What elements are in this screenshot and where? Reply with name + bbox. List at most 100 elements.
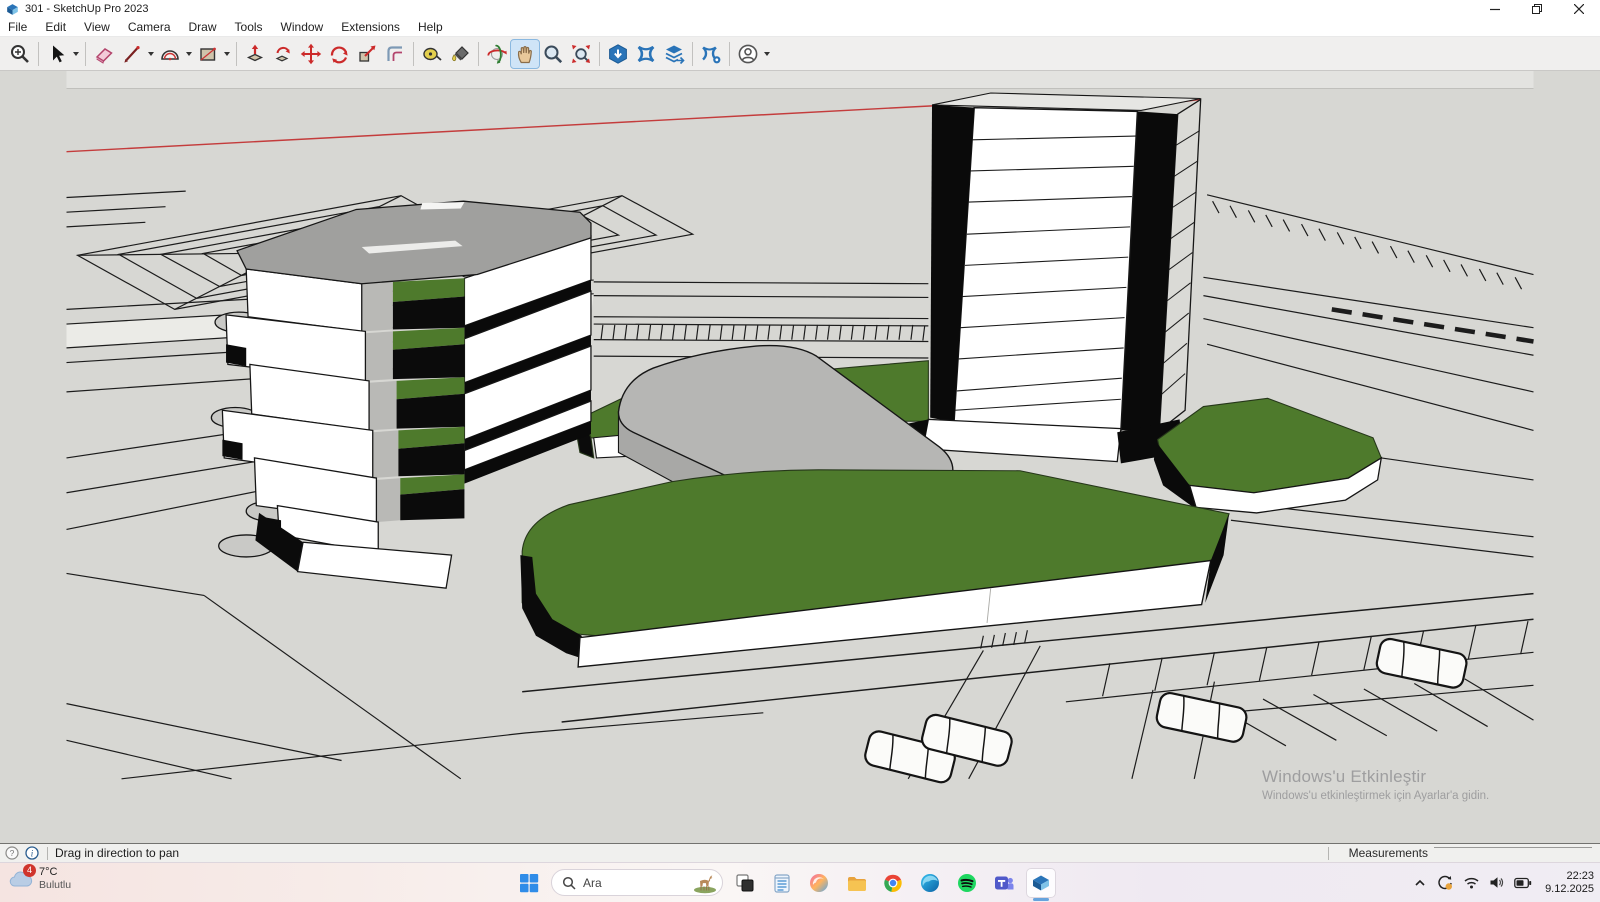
pan-tool-button[interactable] <box>511 40 539 68</box>
file-explorer-button[interactable] <box>841 868 871 898</box>
follow-me-tool-button[interactable] <box>269 40 297 68</box>
spotify-icon <box>956 872 978 894</box>
line-tool-caret[interactable] <box>146 40 156 68</box>
svg-text:?: ? <box>10 848 15 858</box>
line-tool-button[interactable] <box>118 40 146 68</box>
menu-extensions[interactable]: Extensions <box>332 18 409 36</box>
orbit-icon <box>486 43 508 65</box>
copilot-button[interactable] <box>804 868 834 898</box>
offset-icon <box>384 43 406 65</box>
statusbar-divider <box>47 847 48 860</box>
chevron-down-icon <box>148 52 154 56</box>
menu-draw[interactable]: Draw <box>180 18 226 36</box>
extension-manager-icon <box>700 43 722 65</box>
status-bar: ? i Drag in direction to pan Measurement… <box>0 843 1600 862</box>
help-icon[interactable]: ? <box>5 846 19 860</box>
chrome-button[interactable] <box>878 868 908 898</box>
minimize-button[interactable] <box>1474 0 1516 18</box>
orbit-tool-button[interactable] <box>483 40 511 68</box>
rectangle-tool-caret[interactable] <box>222 40 232 68</box>
follow-me-icon <box>272 43 294 65</box>
chevron-down-icon <box>764 52 770 56</box>
sketchup-app-button[interactable] <box>1026 868 1056 898</box>
clock-time: 22:23 <box>1545 870 1594 883</box>
chrome-icon <box>882 872 904 894</box>
eraser-icon <box>93 43 115 65</box>
battery-icon[interactable] <box>1514 877 1532 889</box>
3d-viewport[interactable]: Windows'u Etkinleştir Windows'u etkinleş… <box>0 71 1600 843</box>
tape-measure-icon <box>421 43 443 65</box>
toolbar-divider <box>478 42 479 66</box>
spotify-button[interactable] <box>952 868 982 898</box>
weather-widget[interactable]: 4 7°C Bulutlu <box>8 866 71 892</box>
toolbar <box>0 37 1600 71</box>
toolbar-divider <box>692 42 693 66</box>
statusbar-hint: Drag in direction to pan <box>55 846 179 860</box>
3d-viewport-canvas[interactable] <box>0 71 1600 843</box>
weather-alert-badge: 4 <box>23 864 36 877</box>
share-model-button[interactable] <box>660 40 688 68</box>
push-pull-tool-button[interactable] <box>241 40 269 68</box>
rectangle-icon <box>197 43 219 65</box>
sync-update-icon[interactable] <box>1436 875 1454 891</box>
notepad-button[interactable] <box>767 868 797 898</box>
3d-warehouse-button[interactable] <box>604 40 632 68</box>
select-tool-button[interactable] <box>43 40 71 68</box>
teams-button[interactable] <box>989 868 1019 898</box>
account-avatar-icon <box>737 43 759 65</box>
toolbar-divider <box>38 42 39 66</box>
file-explorer-icon <box>845 872 867 894</box>
window-title: 301 - SketchUp Pro 2023 <box>25 3 149 15</box>
menu-camera[interactable]: Camera <box>119 18 180 36</box>
push-pull-icon <box>244 43 266 65</box>
account-button[interactable] <box>734 40 762 68</box>
start-button[interactable] <box>514 868 544 898</box>
menu-view[interactable]: View <box>75 18 119 36</box>
move-tool-button[interactable] <box>297 40 325 68</box>
arc-tool-button[interactable] <box>156 40 184 68</box>
info-icon[interactable]: i <box>25 846 39 860</box>
rectangle-tool-button[interactable] <box>194 40 222 68</box>
edge-button[interactable] <box>915 868 945 898</box>
measurements-input[interactable] <box>1434 847 1592 860</box>
wifi-icon[interactable] <box>1463 876 1480 889</box>
trimble-connect-icon <box>635 43 657 65</box>
toolbar-divider <box>413 42 414 66</box>
taskbar-search-box[interactable]: Ara <box>551 869 723 896</box>
task-view-button[interactable] <box>730 868 760 898</box>
menu-help[interactable]: Help <box>409 18 452 36</box>
menu-window[interactable]: Window <box>272 18 333 36</box>
toolbar-divider <box>85 42 86 66</box>
clock-widget[interactable]: 22:23 9.12.2025 <box>1545 870 1594 896</box>
rotate-tool-button[interactable] <box>325 40 353 68</box>
arc-tool-caret[interactable] <box>184 40 194 68</box>
zoom-extents-tool-button[interactable] <box>567 40 595 68</box>
menu-tools[interactable]: Tools <box>226 18 272 36</box>
search-placeholder: Ara <box>583 876 690 890</box>
title-bar: 301 - SketchUp Pro 2023 <box>0 0 1600 18</box>
offset-tool-button[interactable] <box>381 40 409 68</box>
select-tool-caret[interactable] <box>71 40 81 68</box>
volume-icon[interactable] <box>1489 876 1505 889</box>
extension-manager-button[interactable] <box>697 40 725 68</box>
trimble-connect-button[interactable] <box>632 40 660 68</box>
chevron-down-icon <box>224 52 230 56</box>
menu-file[interactable]: File <box>0 18 36 36</box>
task-view-icon <box>734 872 756 894</box>
3d-warehouse-icon <box>607 43 629 65</box>
scale-tool-button[interactable] <box>353 40 381 68</box>
tape-measure-tool-button[interactable] <box>418 40 446 68</box>
copilot-icon <box>808 872 830 894</box>
taskbar: 4 7°C Bulutlu Ara <box>0 862 1600 902</box>
zoom-window-tool-button[interactable] <box>6 40 34 68</box>
eraser-tool-button[interactable] <box>90 40 118 68</box>
close-button[interactable] <box>1558 0 1600 18</box>
paint-bucket-tool-button[interactable] <box>446 40 474 68</box>
zoom-tool-button[interactable] <box>539 40 567 68</box>
menu-edit[interactable]: Edit <box>36 18 75 36</box>
edge-icon <box>919 872 941 894</box>
search-highlight-deer-image <box>690 871 720 894</box>
tray-expand-icon[interactable] <box>1413 877 1427 889</box>
account-caret[interactable] <box>762 40 772 68</box>
maximize-button[interactable] <box>1516 0 1558 18</box>
